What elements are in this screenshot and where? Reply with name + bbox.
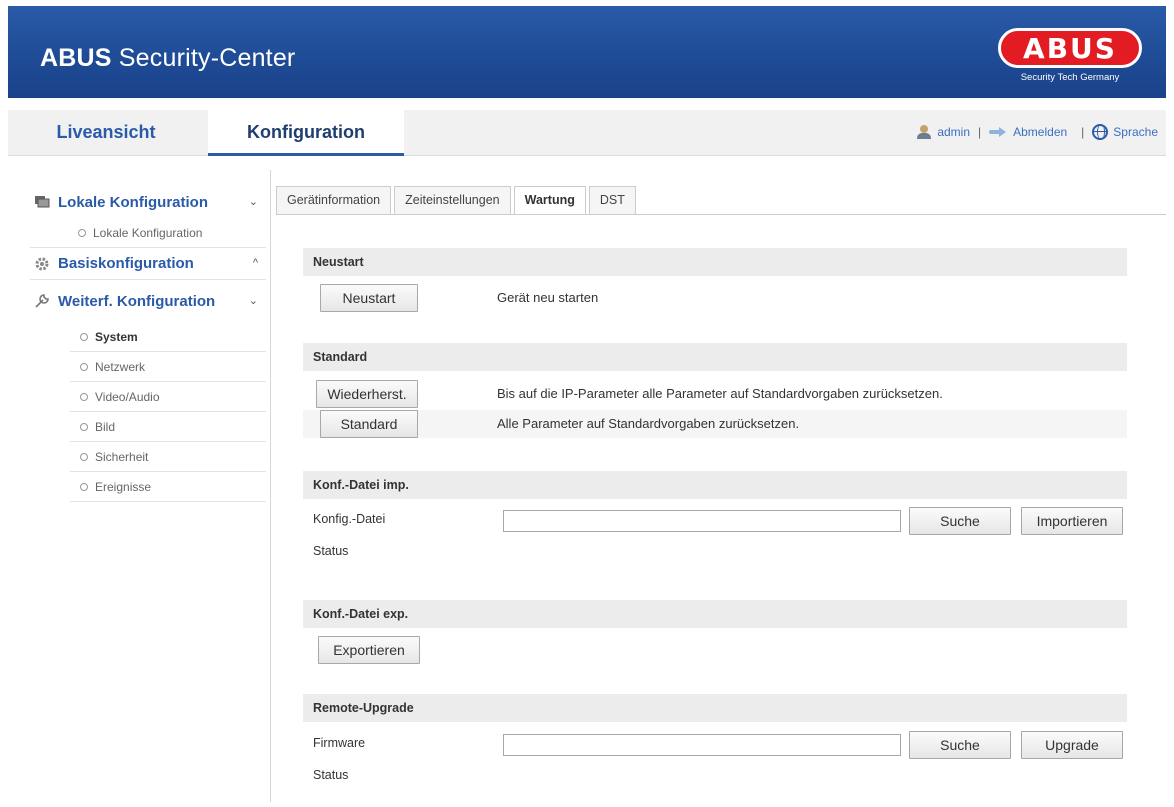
sidebar-item-label: Lokale Konfiguration — [93, 225, 203, 240]
logout-icon — [989, 127, 1007, 137]
sidebar-item-label: Video/Audio — [95, 389, 160, 404]
section-header-import: Konf.-Datei imp. — [303, 471, 1127, 499]
logo-tagline: Security Tech Germany — [1020, 72, 1120, 83]
logout-label: Abmelden — [1013, 125, 1068, 139]
sidebar-item-system[interactable]: System — [70, 322, 266, 352]
restore-button[interactable]: Wiederherst. — [316, 380, 418, 408]
sidebar-group-basiskonfiguration[interactable]: Basiskonfiguration ^ — [30, 248, 266, 280]
sidebar-group-lokale-konfiguration[interactable]: Lokale Konfiguration ⌄ — [30, 186, 266, 218]
sidebar-group-weiterf-konfiguration[interactable]: Weiterf. Konfiguration ⌄ — [30, 280, 266, 322]
config-file-label: Konfig.-Datei — [313, 512, 386, 526]
globe-icon — [1092, 124, 1109, 140]
sidebar-item-lokale-konfiguration[interactable]: Lokale Konfiguration — [30, 218, 266, 248]
bullet-icon — [78, 228, 86, 237]
bullet-icon — [80, 332, 88, 341]
section-header-standard: Standard — [303, 343, 1127, 371]
bullet-icon — [80, 362, 88, 371]
import-button[interactable]: Importieren — [1021, 507, 1123, 535]
sidebar-group-label: Basiskonfiguration — [58, 255, 194, 272]
language-label: Sprache — [1113, 125, 1158, 139]
nav-tab-konfiguration[interactable]: Konfiguration — [208, 110, 404, 156]
tab-zeiteinstellungen[interactable]: Zeiteinstellungen — [394, 186, 511, 214]
section-header-remote-upgrade: Remote-Upgrade — [303, 694, 1127, 722]
sidebar-item-sicherheit[interactable]: Sicherheit — [70, 442, 266, 472]
separator: | — [978, 125, 982, 139]
chevron-down-icon: ⌄ — [248, 295, 258, 307]
gear-icon — [34, 256, 50, 272]
user-name: admin — [937, 125, 970, 139]
sidebar-group-label: Lokale Konfiguration — [58, 193, 208, 211]
chevron-up-icon: ^ — [252, 257, 258, 269]
bullet-icon — [80, 422, 88, 431]
tab-wartung[interactable]: Wartung — [513, 186, 586, 215]
app-header: ABUS Security-Center ABUS Security Tech … — [8, 6, 1166, 98]
language-link[interactable]: Sprache — [1092, 124, 1158, 140]
wrench-icon — [34, 293, 50, 309]
bullet-icon — [80, 482, 88, 491]
section-header-neustart: Neustart — [303, 248, 1127, 276]
restore-description: Bis auf die IP-Parameter alle Parameter … — [497, 386, 943, 401]
abus-logo: ABUS Security Tech Germany — [994, 28, 1146, 86]
sidebar-item-video-audio[interactable]: Video/Audio — [70, 382, 266, 412]
user-icon — [917, 125, 932, 139]
sidebar: Lokale Konfiguration ⌄ Lokale Konfigurat… — [30, 186, 266, 502]
sidebar-item-label: Bild — [95, 419, 116, 434]
logo-oval: ABUS — [998, 28, 1142, 68]
firmware-label: Firmware — [313, 736, 366, 750]
default-button[interactable]: Standard — [320, 410, 418, 438]
sidebar-item-ereignisse[interactable]: Ereignisse — [70, 472, 266, 502]
bullet-icon — [80, 452, 88, 461]
monitor-icon — [34, 194, 50, 210]
chevron-down-icon: ⌄ — [248, 196, 258, 208]
sidebar-item-netzwerk[interactable]: Netzwerk — [70, 352, 266, 382]
nav-tab-liveansicht[interactable]: Liveansicht — [8, 110, 204, 156]
logout-link[interactable]: Abmelden — [989, 125, 1067, 139]
section-header-export: Konf.-Datei exp. — [303, 600, 1127, 628]
tab-geraetinformation[interactable]: Gerätinformation — [276, 186, 392, 214]
main-nav: Liveansicht Konfiguration admin | Abmeld… — [8, 110, 1166, 156]
restart-button[interactable]: Neustart — [320, 284, 418, 312]
sidebar-item-bild[interactable]: Bild — [70, 412, 266, 442]
import-status-label: Status — [313, 544, 349, 558]
firmware-file-input[interactable] — [503, 734, 901, 756]
config-file-input[interactable] — [503, 510, 901, 532]
upgrade-status-label: Status — [313, 768, 349, 782]
restart-description: Gerät neu starten — [497, 290, 599, 305]
sidebar-item-label: Netzwerk — [95, 359, 146, 374]
content-tabs: Gerätinformation Zeiteinstellungen Wartu… — [276, 186, 639, 215]
tabs-divider — [276, 214, 1166, 215]
upgrade-search-button[interactable]: Suche — [909, 731, 1011, 759]
user-menu: admin | Abmelden | Sprache — [917, 110, 1158, 154]
tab-dst[interactable]: DST — [588, 186, 636, 214]
upgrade-button[interactable]: Upgrade — [1021, 731, 1123, 759]
user-link[interactable]: admin — [917, 125, 970, 139]
separator: | — [1081, 125, 1085, 139]
sidebar-item-label: Ereignisse — [95, 479, 152, 494]
app-title: ABUS Security-Center — [40, 44, 296, 72]
sidebar-item-label: System — [95, 329, 138, 344]
sidebar-item-label: Sicherheit — [95, 449, 149, 464]
content-divider — [270, 170, 271, 802]
import-search-button[interactable]: Suche — [909, 507, 1011, 535]
default-description: Alle Parameter auf Standardvorgaben zurü… — [497, 416, 800, 431]
sidebar-group-label: Weiterf. Konfiguration — [58, 292, 216, 310]
export-button[interactable]: Exportieren — [318, 636, 420, 664]
bullet-icon — [80, 392, 88, 401]
